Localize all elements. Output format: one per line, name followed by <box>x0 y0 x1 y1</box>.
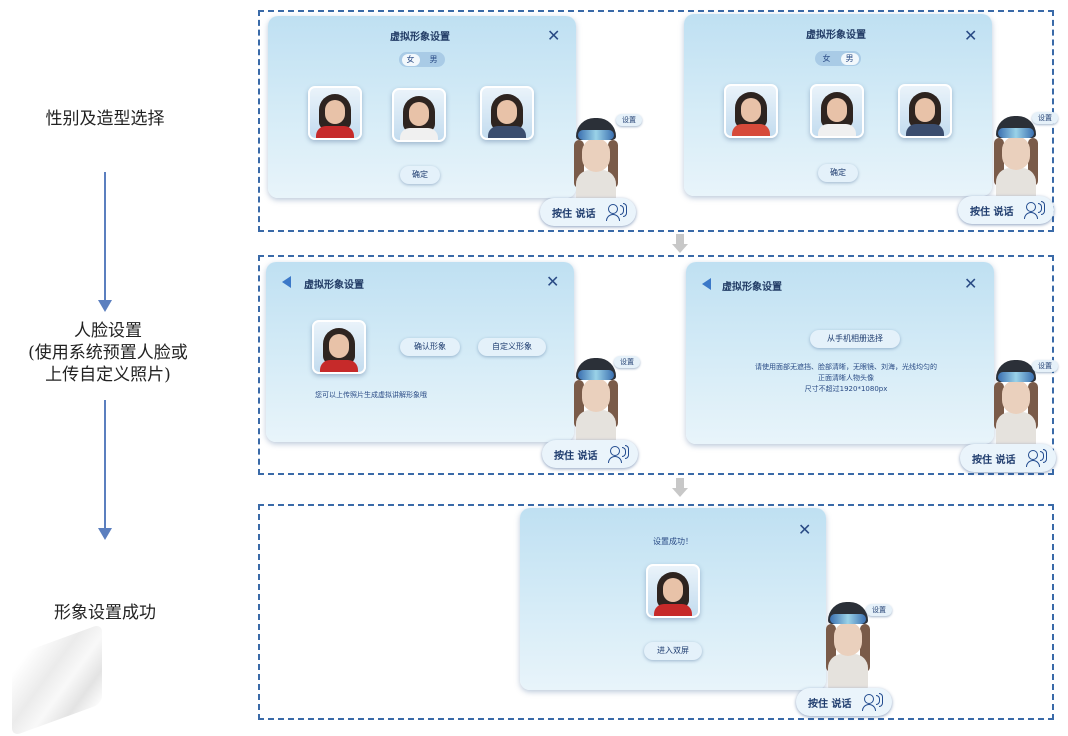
settings-panel-female: 虚拟形象设置 ✕ 女 男 确定 <box>268 16 576 198</box>
microphone-voice-icon <box>606 202 627 222</box>
gender-option-female[interactable]: 女 <box>818 53 836 65</box>
panel-title: 虚拟形象设置 <box>806 30 866 41</box>
down-arrow-icon <box>98 300 112 312</box>
confirm-avatar-button[interactable]: 确认形象 <box>400 338 460 356</box>
step-label-face-line2: (使用系统预置人脸或 <box>28 343 188 363</box>
down-arrow-icon <box>98 528 112 540</box>
panel-title: 虚拟形象设置 <box>722 282 782 293</box>
album-select-button[interactable]: 从手机相册选择 <box>810 330 900 348</box>
talk-label: 按住 说话 <box>808 699 852 710</box>
setting-button[interactable]: 设置 <box>1032 112 1058 124</box>
avatar-option-3[interactable] <box>898 84 952 138</box>
upload-hint: 您可以上传照片生成虚拟讲解形象哦 <box>315 391 427 399</box>
push-to-talk-button[interactable]: 按住 说话 <box>796 688 892 716</box>
microphone-voice-icon <box>1026 448 1047 468</box>
success-panel: ✕ 设置成功！ 进入双屏 <box>520 508 826 690</box>
setting-button[interactable]: 设置 <box>614 356 640 368</box>
setting-button[interactable]: 设置 <box>1032 360 1058 372</box>
panel-title: 虚拟形象设置 <box>304 280 364 291</box>
confirm-button[interactable]: 确定 <box>818 164 858 182</box>
close-icon[interactable]: ✕ <box>964 274 977 293</box>
flow-arrow-line-1 <box>104 172 106 302</box>
talk-label: 按住 说话 <box>972 455 1016 466</box>
talk-label: 按住 说话 <box>554 451 598 462</box>
avatar-option-3[interactable] <box>480 86 534 140</box>
talk-label: 按住 说话 <box>552 209 596 220</box>
upload-instruction-3: 尺寸不超过1920*1080px <box>804 385 888 393</box>
preset-face[interactable] <box>312 320 366 374</box>
enter-dual-screen-button[interactable]: 进入双屏 <box>644 642 702 660</box>
step-label-success: 形象设置成功 <box>54 603 156 623</box>
down-arrow-icon <box>672 234 688 254</box>
avatar-option-2[interactable] <box>392 88 446 142</box>
talk-label: 按住 说话 <box>970 207 1014 218</box>
gender-option-male[interactable]: 男 <box>425 54 443 66</box>
setting-button[interactable]: 设置 <box>616 114 642 126</box>
step-label-gender: 性别及造型选择 <box>45 109 165 129</box>
gender-option-male[interactable]: 男 <box>840 52 859 65</box>
push-to-talk-button[interactable]: 按住 说话 <box>960 444 1056 472</box>
panel-title: 虚拟形象设置 <box>390 32 450 43</box>
close-icon[interactable]: ✕ <box>547 26 560 45</box>
microphone-voice-icon <box>862 692 883 712</box>
upload-instruction-1: 请使用面部无遮挡、脸部清晰，无眼镜、刘海，光线均匀的 <box>755 363 937 371</box>
step-label-face-line3: 上传自定义照片) <box>45 365 171 385</box>
selected-avatar <box>646 564 700 618</box>
face-panel: 虚拟形象设置 ✕ 确认形象 自定义形象 您可以上传照片生成虚拟讲解形象哦 <box>266 262 574 442</box>
gender-toggle[interactable]: 女 男 <box>815 51 861 66</box>
close-icon[interactable]: ✕ <box>798 520 811 539</box>
step-label-face: 人脸设置 (使用系统预置人脸或 上传自定义照片) <box>8 320 208 386</box>
custom-avatar-button[interactable]: 自定义形象 <box>478 338 546 356</box>
avatar-option-1[interactable] <box>308 86 362 140</box>
gender-option-female[interactable]: 女 <box>401 53 420 66</box>
back-arrow-icon[interactable] <box>282 276 291 288</box>
step-label-face-line1: 人脸设置 <box>74 321 142 341</box>
virtual-assistant <box>818 602 878 702</box>
down-arrow-icon <box>672 478 688 498</box>
upload-panel: 虚拟形象设置 ✕ 从手机相册选择 请使用面部无遮挡、脸部清晰，无眼镜、刘海，光线… <box>686 262 994 444</box>
gender-toggle[interactable]: 女 男 <box>399 52 445 67</box>
close-icon[interactable]: ✕ <box>964 26 977 45</box>
success-message: 设置成功！ <box>653 537 693 546</box>
decorative-shape <box>12 623 102 736</box>
microphone-voice-icon <box>608 444 629 464</box>
settings-panel-male: 虚拟形象设置 ✕ 女 男 确定 <box>684 14 992 196</box>
back-arrow-icon[interactable] <box>702 278 711 290</box>
upload-instruction-2: 正面清晰人物头像 <box>818 374 874 382</box>
push-to-talk-button[interactable]: 按住 说话 <box>958 196 1054 224</box>
avatar-option-2[interactable] <box>810 84 864 138</box>
confirm-button[interactable]: 确定 <box>400 166 440 184</box>
close-icon[interactable]: ✕ <box>546 272 559 291</box>
avatar-option-1[interactable] <box>724 84 778 138</box>
push-to-talk-button[interactable]: 按住 说话 <box>542 440 638 468</box>
microphone-voice-icon <box>1024 200 1045 220</box>
flow-arrow-line-2 <box>104 400 106 530</box>
push-to-talk-button[interactable]: 按住 说话 <box>540 198 636 226</box>
setting-button[interactable]: 设置 <box>866 604 892 616</box>
